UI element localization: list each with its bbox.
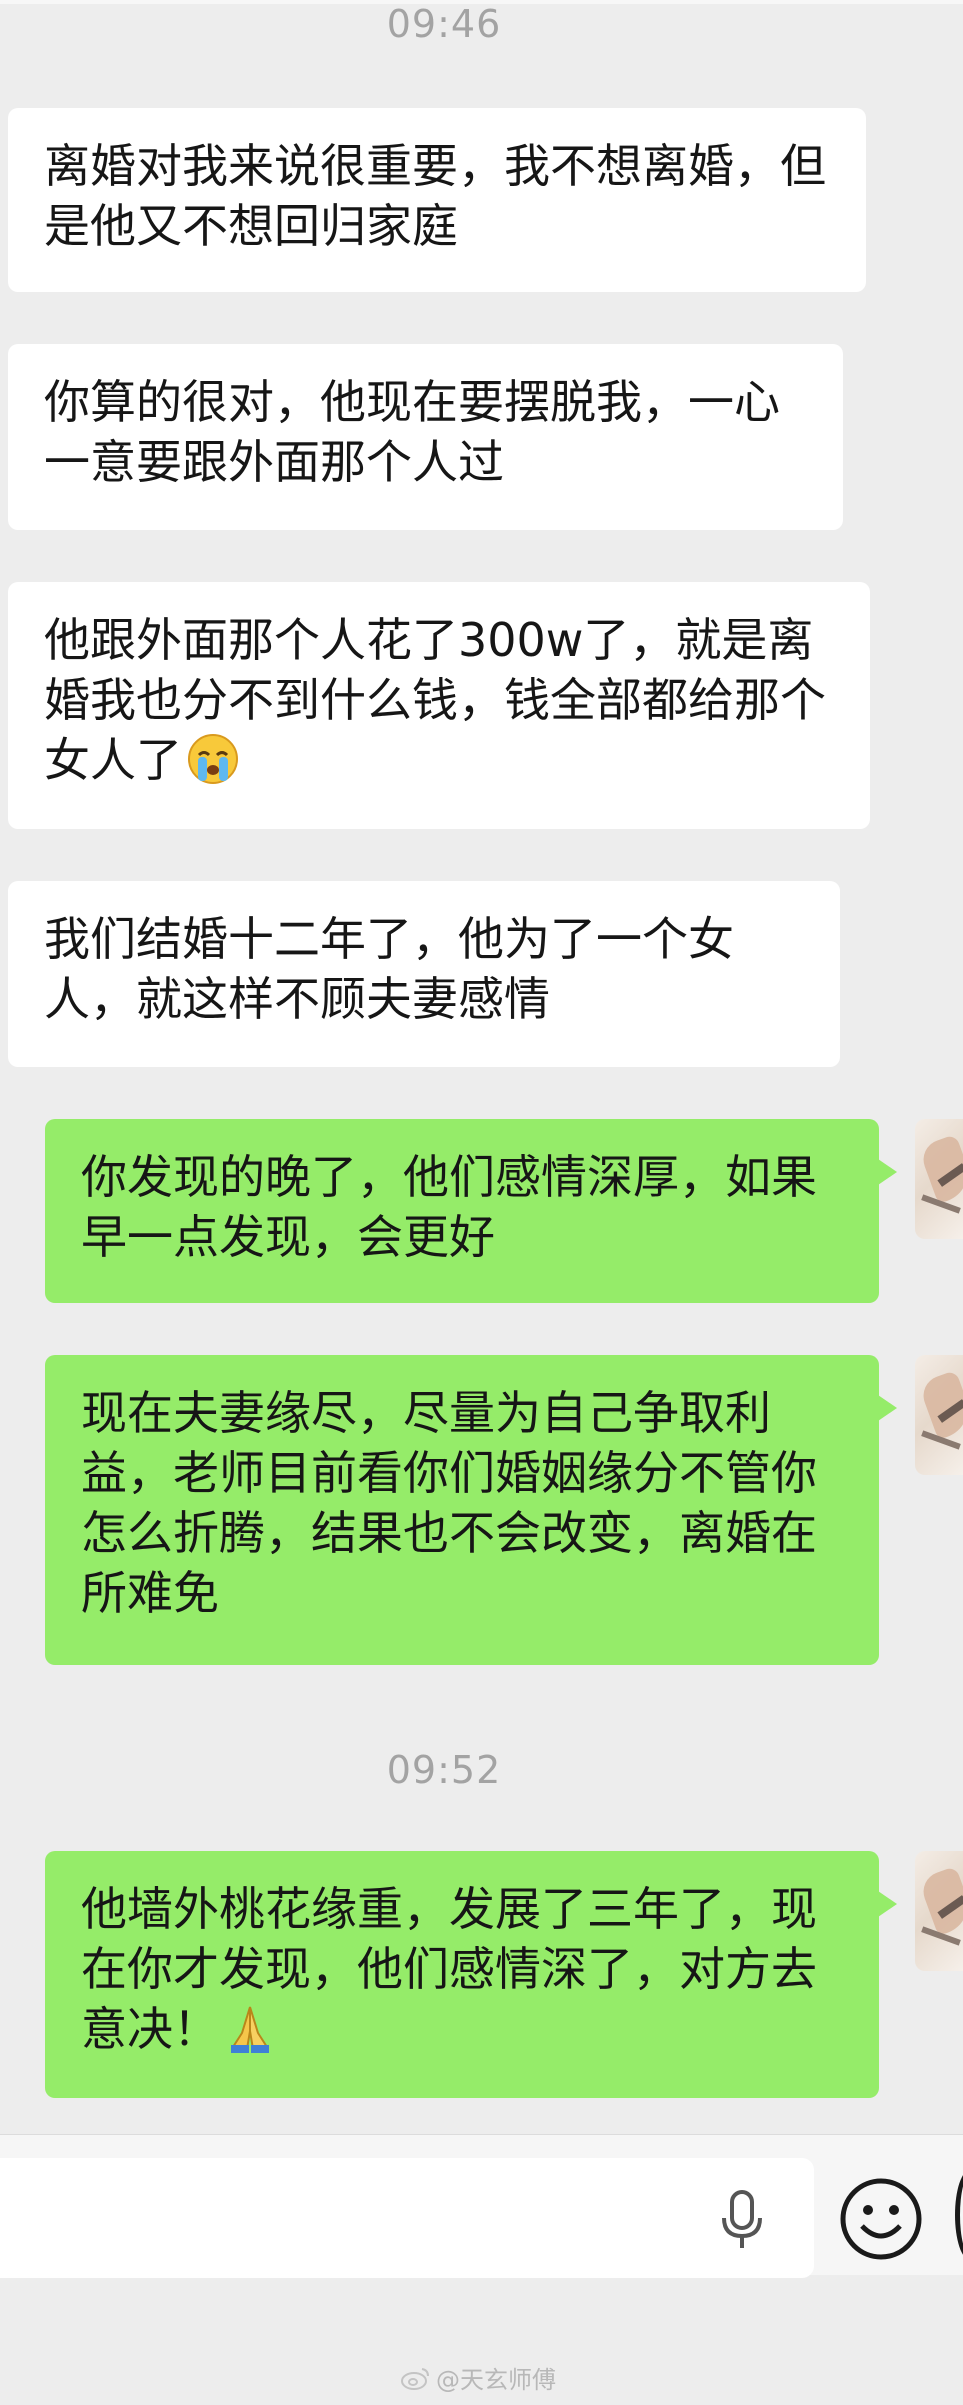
- message-text: 他墙外桃花缘重，发展了三年了，现在你才发现，他们感情深了，对方去意决！: [81, 1882, 817, 2056]
- message-text: 我们结婚十二年了，他为了一个女人，就这样不顾夫妻感情: [44, 912, 734, 1026]
- timestamp: 09:52: [386, 1748, 502, 1792]
- message-text: 你发现的晚了，他们感情深厚，如果早一点发现，会更好: [81, 1150, 817, 1264]
- watermark-text: @天玄师傅: [436, 2366, 556, 2394]
- outgoing-message[interactable]: 他墙外桃花缘重，发展了三年了，现在你才发现，他们感情深了，对方去意决！: [45, 1851, 897, 2098]
- weibo-icon: [401, 2367, 429, 2390]
- incoming-message[interactable]: 离婚对我来说很重要，我不想离婚，但是他又不想回归家庭: [8, 108, 866, 292]
- incoming-message[interactable]: 他跟外面那个人花了300w了，就是离婚我也分不到什么钱，钱全部都给那个女人了: [8, 582, 870, 829]
- outgoing-message[interactable]: 现在夫妻缘尽，尽量为自己争取利益，老师目前看你们婚姻缘分不管你怎么折腾，结果也不…: [45, 1355, 897, 1665]
- folded-hands-emoji: [231, 2006, 269, 2053]
- user-avatar[interactable]: [915, 1851, 963, 1971]
- incoming-message[interactable]: 你算的很对，他现在要摆脱我，一心一意要跟外面那个人过: [8, 344, 843, 530]
- crying-face-emoji: [188, 734, 238, 784]
- outgoing-message[interactable]: 你发现的晚了，他们感情深厚，如果早一点发现，会更好: [45, 1119, 897, 1303]
- user-avatar[interactable]: [915, 1355, 963, 1475]
- message-text: 你算的很对，他现在要摆脱我，一心一意要跟外面那个人过: [44, 375, 780, 489]
- message-text: 他跟外面那个人花了300w了，就是离婚我也分不到什么钱，钱全部都给那个女人了: [44, 613, 826, 787]
- user-avatar[interactable]: [915, 1119, 963, 1239]
- microphone-icon[interactable]: [720, 2190, 764, 2252]
- smiley-icon[interactable]: [838, 2176, 924, 2262]
- incoming-message[interactable]: 我们结婚十二年了，他为了一个女人，就这样不顾夫妻感情: [8, 881, 840, 1067]
- message-text: 离婚对我来说很重要，我不想离婚，但是他又不想回归家庭: [44, 139, 826, 253]
- message-input[interactable]: [0, 2158, 814, 2278]
- message-text: 现在夫妻缘尽，尽量为自己争取利益，老师目前看你们婚姻缘分不管你怎么折腾，结果也不…: [81, 1386, 817, 1620]
- watermark: @天玄师傅: [400, 2360, 556, 2395]
- timestamp: 09:46: [386, 2, 502, 46]
